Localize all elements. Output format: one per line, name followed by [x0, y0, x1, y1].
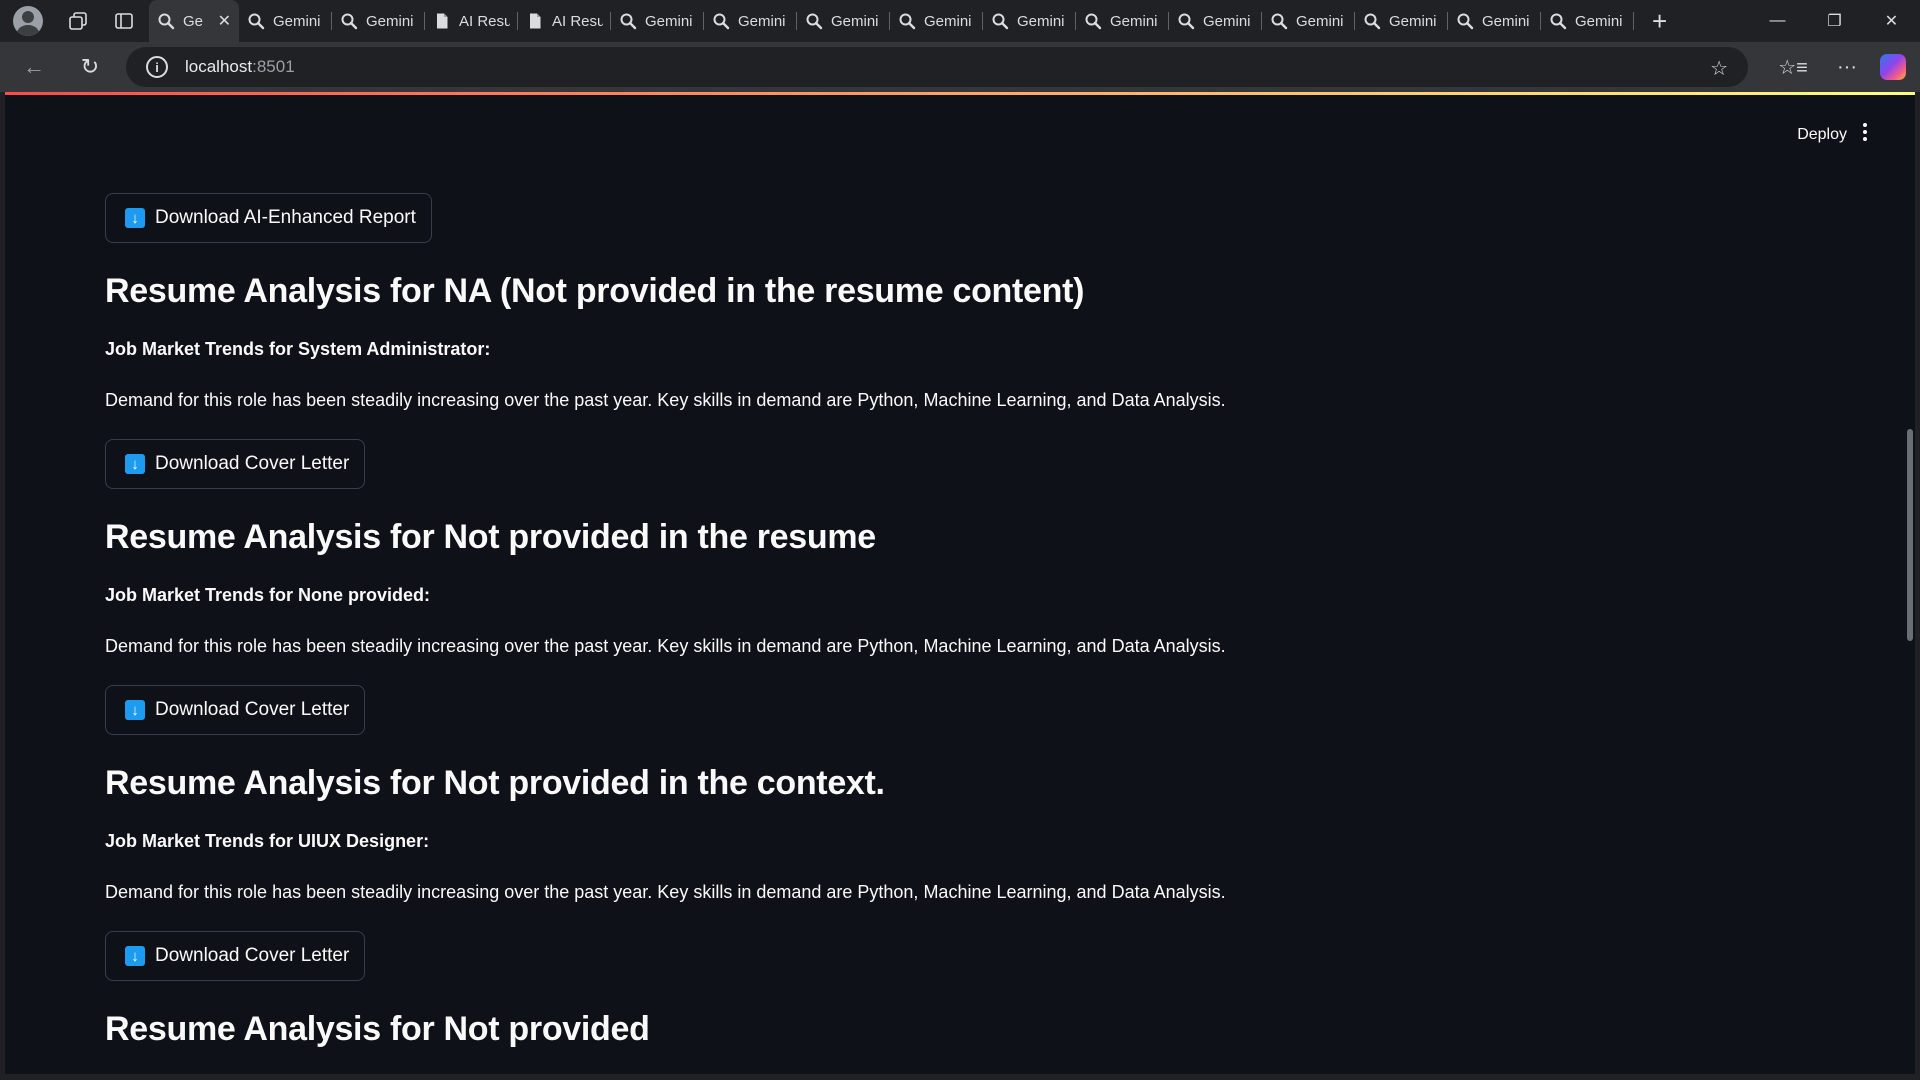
reload-icon[interactable]: ↻	[70, 47, 110, 87]
tab-title: Gemini	[738, 12, 786, 30]
tab-title: Gemini	[1575, 12, 1623, 30]
tab-title: Gemini	[645, 12, 693, 30]
browser-tab[interactable]: Gemini	[797, 0, 890, 42]
search-icon	[1550, 13, 1567, 30]
browser-tab[interactable]: Gemini	[890, 0, 983, 42]
download-cover-letter-label: Download Cover Letter	[155, 945, 350, 966]
section-heading: Resume Analysis for Not provided in the …	[105, 518, 876, 556]
search-icon	[1457, 13, 1474, 30]
tab-title: AI Resu	[552, 12, 603, 30]
vertical-tabs-icon[interactable]	[113, 10, 135, 32]
close-window-icon[interactable]: ✕	[1863, 0, 1920, 42]
tab-title: Gemini	[273, 12, 321, 30]
tab-title: Gemini	[831, 12, 879, 30]
tab-title: AI Resu	[459, 12, 510, 30]
window-controls: — ❐ ✕	[1749, 0, 1920, 42]
search-icon	[713, 13, 730, 30]
trends-label: Job Market Trends for UIUX Designer:	[105, 831, 430, 851]
restore-icon[interactable]: ❐	[1806, 0, 1863, 42]
trends-label: Job Market Trends for System Administrat…	[105, 339, 491, 359]
browser-tab[interactable]: Gemini	[983, 0, 1076, 42]
trends-text: Demand for this role has been steadily i…	[105, 390, 1226, 410]
search-icon	[992, 13, 1009, 30]
browser-tab[interactable]: Gemini	[1262, 0, 1355, 42]
copilot-icon[interactable]	[1880, 54, 1906, 80]
section-heading: Resume Analysis for Not provided	[105, 1010, 650, 1048]
download-report-button[interactable]: ↓ Download AI-Enhanced Report	[105, 193, 432, 243]
more-menu-icon[interactable]: ···	[1820, 56, 1874, 79]
browser-tab[interactable]: Gemini	[1541, 0, 1634, 42]
search-icon	[341, 13, 358, 30]
trends-label: Job Market Trends for None provided:	[105, 585, 431, 605]
browser-tab[interactable]: AI Resu	[425, 0, 518, 42]
tab-title: Gemini	[1017, 12, 1065, 30]
main-menu-icon[interactable]	[1863, 123, 1867, 144]
browser-tab[interactable]: Gemini	[611, 0, 704, 42]
profile-avatar-icon[interactable]	[13, 6, 43, 36]
browser-tab[interactable]: Gemini	[1355, 0, 1448, 42]
tab-title: Gemini	[1482, 12, 1530, 30]
search-icon	[806, 13, 823, 30]
minimize-icon[interactable]: —	[1749, 0, 1806, 42]
browser-tab-strip: Ge ✕ Gemini Gemini AI Resu AI Resu Gemini Gemin…	[0, 0, 1920, 42]
search-icon	[899, 13, 916, 30]
download-arrow-icon: ↓	[125, 454, 145, 474]
browser-tab[interactable]: Ge ✕	[149, 0, 239, 42]
section-heading: Resume Analysis for NA (Not provided in …	[105, 272, 1085, 310]
search-icon	[620, 13, 637, 30]
tab-title: Ge	[183, 12, 204, 30]
download-cover-letter-button[interactable]: ↓ Download Cover Letter	[105, 439, 366, 489]
download-cover-letter-button[interactable]: ↓ Download Cover Letter	[105, 931, 366, 981]
tab-list: Ge ✕ Gemini Gemini AI Resu AI Resu Gemini Gemin…	[149, 0, 1634, 42]
browser-tab[interactable]: Gemini	[704, 0, 797, 42]
scrollbar[interactable]	[1905, 92, 1915, 1074]
deploy-button[interactable]: Deploy	[1797, 126, 1847, 144]
search-icon	[1085, 13, 1102, 30]
browser-tab[interactable]: Gemini	[332, 0, 425, 42]
browser-tab[interactable]: Gemini	[1076, 0, 1169, 42]
back-arrow-icon[interactable]: ←	[14, 47, 54, 87]
url-text: localhost:8501	[185, 57, 295, 76]
scrollbar-thumb[interactable]	[1907, 429, 1913, 641]
download-report-label: Download AI-Enhanced Report	[155, 207, 416, 228]
favorite-star-icon[interactable]: ☆	[1710, 56, 1728, 81]
download-cover-letter-button[interactable]: ↓ Download Cover Letter	[105, 685, 366, 735]
search-icon	[1178, 13, 1195, 30]
tab-title: Gemini	[1389, 12, 1437, 30]
favorites-icon[interactable]: ☆≡	[1766, 55, 1820, 80]
app-viewport: Deploy ↓ Download AI-Enhanced Report Res…	[5, 92, 1915, 1074]
download-cover-letter-label: Download Cover Letter	[155, 453, 350, 474]
site-info-icon[interactable]: i	[146, 56, 168, 78]
tab-title: Gemini	[366, 12, 414, 30]
trends-text: Demand for this role has been steadily i…	[105, 882, 1226, 902]
search-icon	[1271, 13, 1288, 30]
browser-tab[interactable]: Gemini	[239, 0, 332, 42]
browser-tab[interactable]: Gemini	[1448, 0, 1541, 42]
header-decoration-bar	[5, 92, 1915, 95]
tab-title: Gemini	[1110, 12, 1158, 30]
search-icon	[1364, 13, 1381, 30]
workspaces-icon[interactable]	[67, 10, 89, 32]
trends-text: Demand for this role has been steadily i…	[105, 636, 1226, 656]
address-bar[interactable]: i localhost:8501 ☆	[126, 47, 1748, 87]
tab-title: Gemini	[924, 12, 972, 30]
browser-toolbar: ← ↻ i localhost:8501 ☆ ☆≡ ···	[0, 42, 1920, 92]
download-arrow-icon: ↓	[125, 946, 145, 966]
section-heading: Resume Analysis for Not provided in the …	[105, 764, 885, 802]
document-icon	[437, 13, 448, 29]
document-icon	[530, 13, 541, 29]
download-cover-letter-label: Download Cover Letter	[155, 699, 350, 720]
close-tab-icon[interactable]: ✕	[218, 11, 231, 31]
download-arrow-icon: ↓	[125, 208, 145, 228]
tab-title: Gemini	[1296, 12, 1344, 30]
tab-title: Gemini	[1203, 12, 1251, 30]
browser-tab[interactable]: Gemini	[1169, 0, 1262, 42]
browser-tab[interactable]: AI Resu	[518, 0, 611, 42]
search-icon	[248, 13, 265, 30]
download-arrow-icon: ↓	[125, 700, 145, 720]
search-icon	[158, 13, 175, 30]
new-tab-button[interactable]: +	[1652, 8, 1667, 34]
